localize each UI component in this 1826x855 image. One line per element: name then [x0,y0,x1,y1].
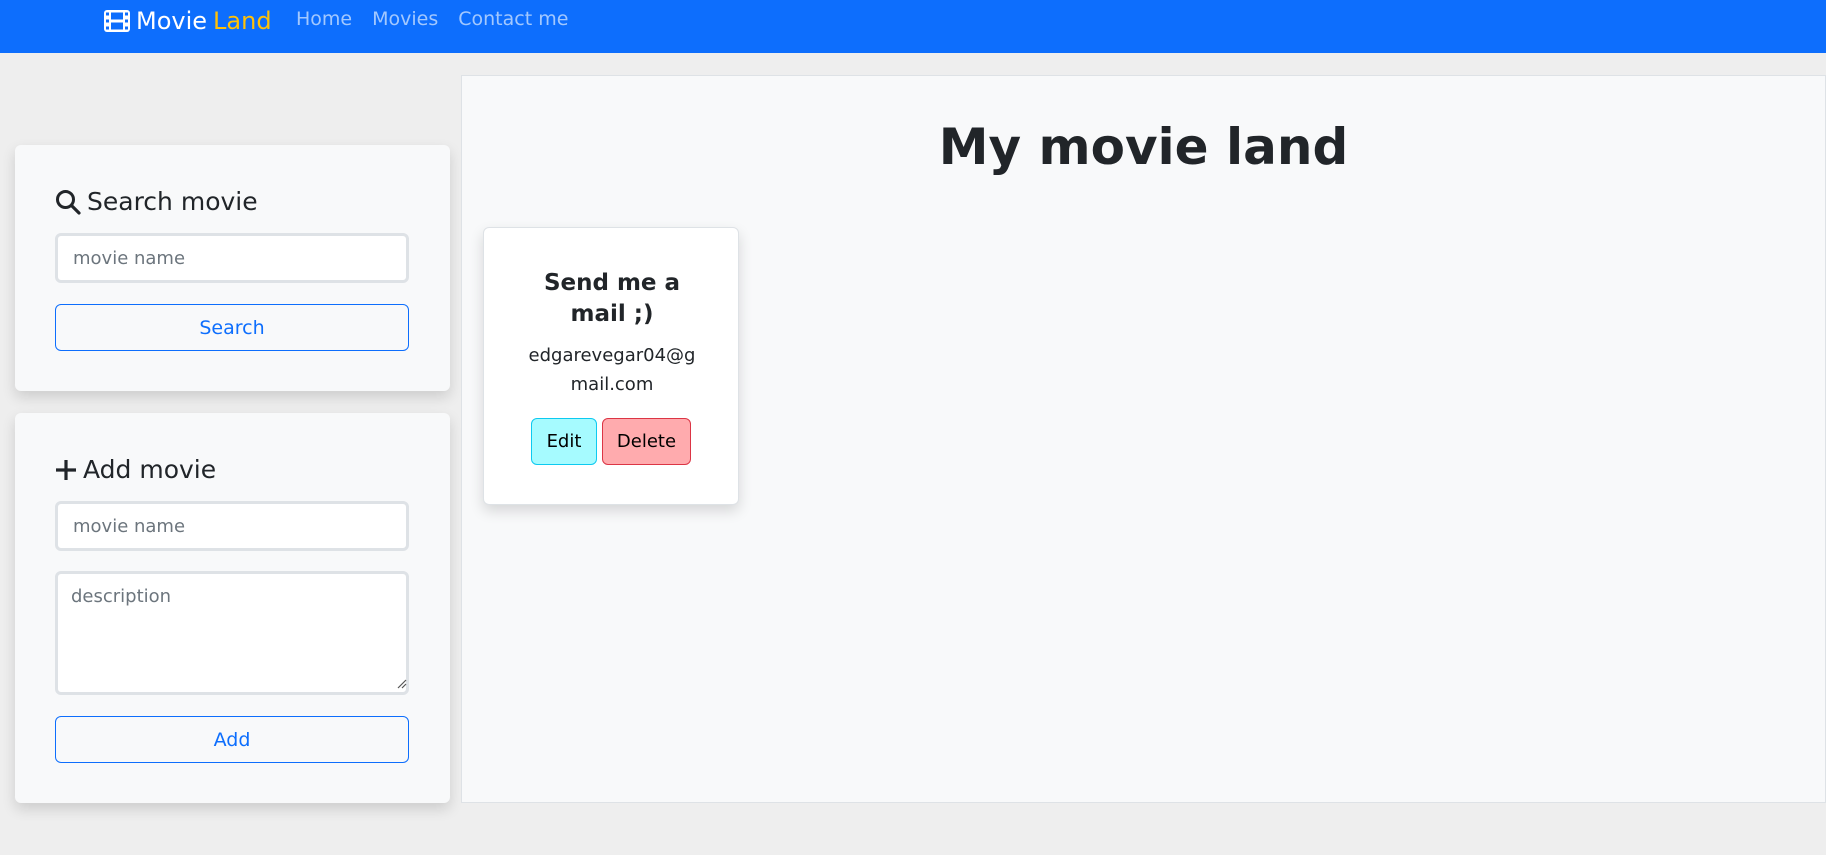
description-textarea[interactable] [55,571,409,695]
search-icon [56,189,81,215]
search-input[interactable] [55,233,409,283]
edit-button[interactable]: Edit [531,418,597,465]
brand-accent: Land [213,7,272,35]
search-panel-title: Search movie [55,187,258,216]
brand-main: Movie [136,7,208,35]
film-icon [104,10,130,32]
movie-name-input[interactable] [55,501,409,551]
search-panel: Search movie Search [15,145,450,391]
nav-link-contact[interactable]: Contact me [458,8,568,30]
movie-card-description: edgarevegar04@gmail.com [528,345,696,395]
add-panel-title-text: Add movie [83,455,217,484]
nav-link-movies[interactable]: Movies [372,8,438,30]
navbar: Movie Land Home Movies Contact me [0,0,1826,53]
nav-links: Home Movies Contact me [296,8,568,30]
add-panel-title: Add movie [55,455,216,484]
movie-card: Send me a mail ;) edgarevegar04@gmail.co… [483,227,739,505]
brand-link[interactable]: Movie Land [104,4,272,38]
add-button[interactable]: Add [55,716,409,763]
movie-card-title: Send me a mail ;) [543,270,681,327]
search-button[interactable]: Search [55,304,409,351]
page-title: My movie land [938,118,1349,176]
plus-icon [56,459,76,480]
delete-button[interactable]: Delete [602,418,691,465]
search-panel-title-text: Search movie [87,187,258,216]
main-content: My movie land Send me a mail ;) edgareve… [461,75,1826,803]
resize-grip-icon[interactable] [397,679,407,689]
nav-link-home[interactable]: Home [296,8,352,30]
add-panel: Add movie Add [15,413,450,803]
